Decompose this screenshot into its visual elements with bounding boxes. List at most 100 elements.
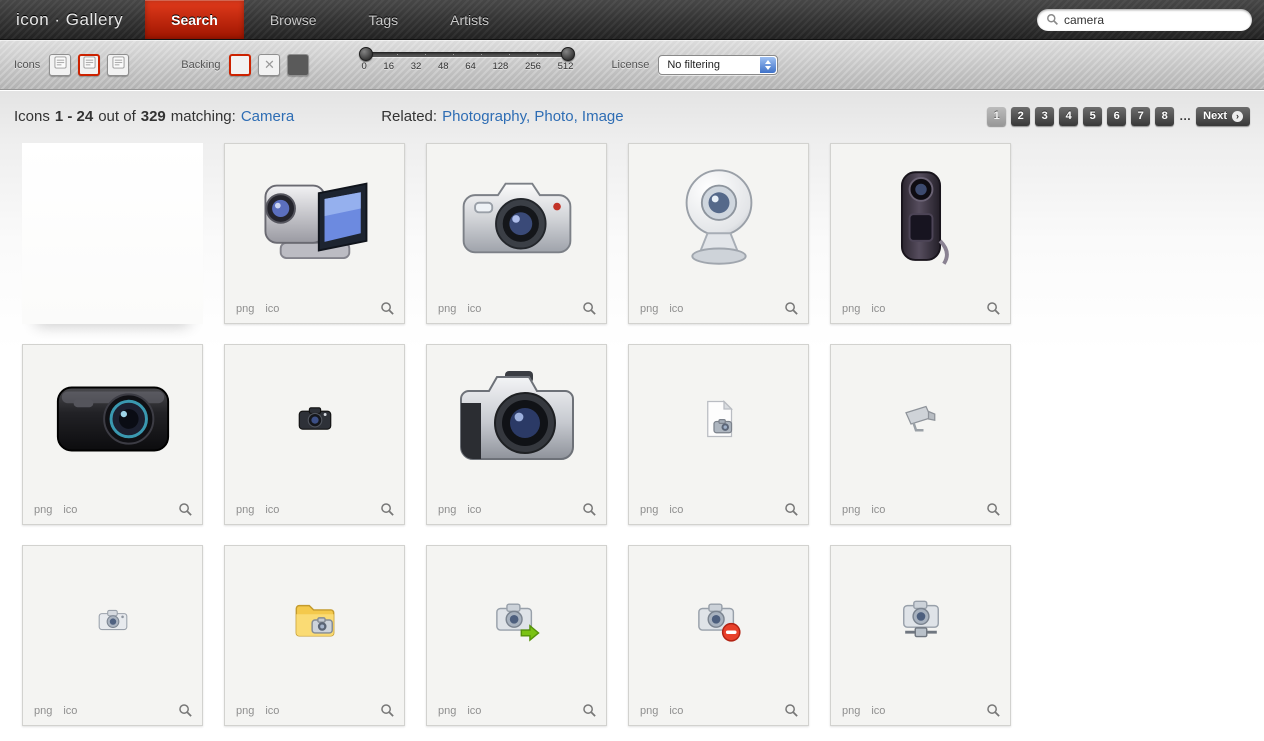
grid-row: pngicopngicopngicopngico <box>22 143 1264 324</box>
icons-style-selected-button[interactable] <box>78 54 100 76</box>
zoom-preview-icon[interactable] <box>380 703 395 718</box>
zoom-preview-icon[interactable] <box>178 703 193 718</box>
results-matching-word: matching: <box>171 108 236 125</box>
card-footer: pngico <box>842 301 1001 316</box>
page-5-button[interactable]: 5 <box>1083 107 1102 126</box>
png-format-link[interactable]: png <box>842 303 860 315</box>
size-slider-track[interactable] <box>361 52 573 57</box>
next-arrow-icon: › <box>1232 111 1243 122</box>
zoom-preview-icon[interactable] <box>784 502 799 517</box>
ico-format-link[interactable]: ico <box>265 504 279 516</box>
icon-card[interactable]: pngico <box>830 545 1011 726</box>
related-link-image[interactable]: Image <box>582 108 624 125</box>
card-footer: pngico <box>640 502 799 517</box>
png-format-link[interactable]: png <box>236 303 254 315</box>
icon-card[interactable]: pngico <box>224 545 405 726</box>
icon-card[interactable]: pngico <box>426 344 607 525</box>
png-format-link[interactable]: png <box>438 303 456 315</box>
png-format-link[interactable]: png <box>640 303 658 315</box>
ico-format-link[interactable]: ico <box>467 303 481 315</box>
zoom-preview-icon[interactable] <box>582 502 597 517</box>
size-slider-max-handle[interactable] <box>561 47 575 61</box>
mini-camera-icon <box>225 345 404 492</box>
ico-format-link[interactable]: ico <box>63 705 77 717</box>
png-format-link[interactable]: png <box>236 705 254 717</box>
ico-format-link[interactable]: ico <box>63 504 77 516</box>
png-format-link[interactable]: png <box>438 504 456 516</box>
search-box[interactable] <box>1037 9 1252 31</box>
icons-style-selected-icon <box>83 56 96 74</box>
ico-format-link[interactable]: ico <box>871 504 885 516</box>
ico-format-link[interactable]: ico <box>265 705 279 717</box>
png-format-link[interactable]: png <box>236 504 254 516</box>
icon-card[interactable]: pngico <box>22 545 203 726</box>
png-format-link[interactable]: png <box>640 504 658 516</box>
tick-label-0: 0 <box>361 61 366 72</box>
icon-card[interactable]: pngico <box>426 143 607 324</box>
search-input[interactable] <box>1064 13 1243 27</box>
icons-style-plain-button[interactable] <box>49 54 71 76</box>
related-link-photo[interactable]: Photo <box>534 108 582 125</box>
page-8-button[interactable]: 8 <box>1155 107 1174 126</box>
icon-card[interactable]: pngico <box>830 143 1011 324</box>
page-4-button[interactable]: 4 <box>1059 107 1078 126</box>
icons-style-group <box>49 54 129 76</box>
zoom-preview-icon[interactable] <box>582 703 597 718</box>
zoom-preview-icon[interactable] <box>784 703 799 718</box>
white-backing-button[interactable] <box>229 54 251 76</box>
tick-label-512: 512 <box>558 61 574 72</box>
size-slider-min-handle[interactable] <box>359 47 373 61</box>
icon-card[interactable]: pngico <box>830 344 1011 525</box>
zoom-preview-icon[interactable] <box>784 301 799 316</box>
next-page-button[interactable]: Next› <box>1196 107 1250 126</box>
dark-backing-button[interactable] <box>287 54 309 76</box>
png-format-link[interactable]: png <box>842 504 860 516</box>
camera-remove-icon <box>629 546 808 693</box>
zoom-preview-icon[interactable] <box>380 502 395 517</box>
icon-card[interactable]: pngico <box>224 344 405 525</box>
ico-format-link[interactable]: ico <box>265 303 279 315</box>
png-format-link[interactable]: png <box>438 705 456 717</box>
size-slider: 016324864128256512 <box>361 52 573 72</box>
icon-card[interactable]: pngico <box>224 143 405 324</box>
png-format-link[interactable]: png <box>34 705 52 717</box>
related-link-photography[interactable]: Photography <box>442 108 534 125</box>
icon-card[interactable]: pngico <box>22 344 203 525</box>
results-outof-word: out of <box>98 108 136 125</box>
icon-card[interactable]: pngico <box>628 545 809 726</box>
nav-tabs: SearchBrowseTagsArtists <box>145 0 515 39</box>
tab-search[interactable]: Search <box>145 0 244 39</box>
zoom-preview-icon[interactable] <box>986 703 1001 718</box>
ico-format-link[interactable]: ico <box>467 504 481 516</box>
query-link[interactable]: Camera <box>241 108 294 125</box>
tab-browse[interactable]: Browse <box>244 0 343 39</box>
card-footer: pngico <box>640 703 799 718</box>
icon-card[interactable]: pngico <box>426 545 607 726</box>
icon-card[interactable]: pngico <box>628 344 809 525</box>
icon-card[interactable]: pngico <box>628 143 809 324</box>
tab-artists[interactable]: Artists <box>424 0 515 39</box>
page-7-button[interactable]: 7 <box>1131 107 1150 126</box>
png-format-link[interactable]: png <box>640 705 658 717</box>
icons-style-grid-button[interactable] <box>107 54 129 76</box>
ico-format-link[interactable]: ico <box>871 303 885 315</box>
ico-format-link[interactable]: ico <box>669 303 683 315</box>
page-3-button[interactable]: 3 <box>1035 107 1054 126</box>
tab-tags[interactable]: Tags <box>343 0 425 39</box>
ico-format-link[interactable]: ico <box>669 504 683 516</box>
ico-format-link[interactable]: ico <box>669 705 683 717</box>
zoom-preview-icon[interactable] <box>380 301 395 316</box>
png-format-link[interactable]: png <box>842 705 860 717</box>
ico-format-link[interactable]: ico <box>871 705 885 717</box>
zoom-preview-icon[interactable] <box>178 502 193 517</box>
zoom-preview-icon[interactable] <box>582 301 597 316</box>
page-2-button[interactable]: 2 <box>1011 107 1030 126</box>
ico-format-link[interactable]: ico <box>467 705 481 717</box>
license-select[interactable]: No filtering <box>658 55 778 75</box>
png-format-link[interactable]: png <box>34 504 52 516</box>
related-label: Related: <box>381 108 437 125</box>
page-6-button[interactable]: 6 <box>1107 107 1126 126</box>
zoom-preview-icon[interactable] <box>986 502 1001 517</box>
zoom-preview-icon[interactable] <box>986 301 1001 316</box>
transparent-backing-button[interactable]: ✕ <box>258 54 280 76</box>
